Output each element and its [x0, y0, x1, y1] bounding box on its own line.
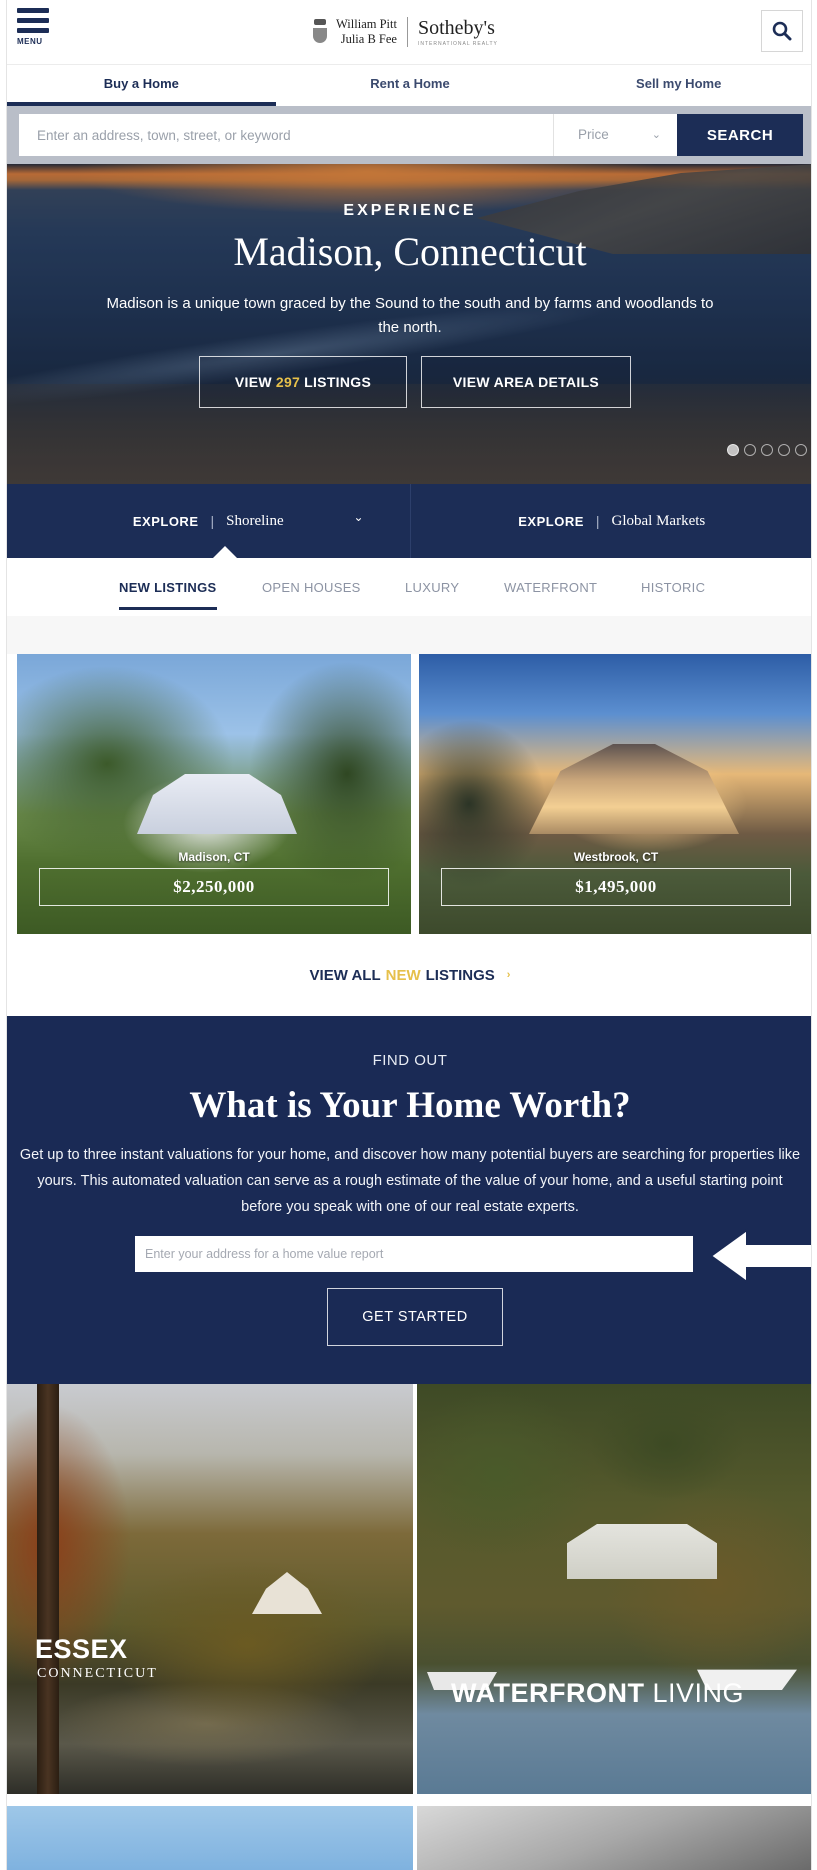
explore-separator: |: [210, 513, 215, 529]
price-select[interactable]: Price ⌄: [553, 114, 677, 156]
logo-divider: [406, 17, 408, 47]
section-spacer: [7, 616, 811, 654]
view-listings-button[interactable]: VIEW 297 LISTINGS: [199, 356, 407, 408]
waterfront-house-image: [567, 1524, 717, 1579]
listing-card[interactable]: Madison, CT $2,250,000: [17, 654, 411, 934]
listing-house-image: [137, 774, 297, 834]
listing-city: Madison, CT: [178, 850, 250, 864]
crest-icon: [312, 17, 328, 47]
tree-image: [37, 1384, 59, 1794]
chevron-down-icon: ⌄: [651, 129, 661, 141]
hero-description: Madison is a unique town graced by the S…: [106, 295, 714, 336]
feature-tile-essex[interactable]: ESSEX CONNECTICUT: [7, 1384, 413, 1794]
home-worth-title: What is Your Home Worth?: [189, 1085, 631, 1126]
get-started-button[interactable]: GET STARTED: [327, 1288, 503, 1346]
page: MENU William Pitt Julia B Fee Sotheby's …: [6, 0, 812, 1870]
listing-house-image: [529, 744, 739, 834]
tab-open-houses[interactable]: OPEN HOUSES: [262, 580, 361, 595]
explore-label: EXPLORE: [132, 513, 199, 529]
tab-waterfront[interactable]: WATERFRONT: [504, 580, 597, 595]
feature-tile[interactable]: [417, 1806, 811, 1870]
view-listings-suffix: LISTINGS: [304, 374, 372, 390]
hero-title: Madison, Connecticut: [233, 229, 587, 274]
arrow-left-icon: [709, 1228, 811, 1284]
view-all-suffix: LISTINGS: [425, 966, 495, 984]
tab-historic[interactable]: HISTORIC: [641, 580, 705, 595]
home-worth-section: FIND OUT What is Your Home Worth? Get up…: [7, 1016, 811, 1384]
logo-brand: Sotheby's: [417, 16, 495, 39]
logo-names: William Pitt Julia B Fee: [336, 17, 397, 47]
explore-bar: EXPLORE | Shoreline ⌄ EXPLORE | Global M…: [7, 484, 812, 558]
home-worth-description: Get up to three instant valuations for y…: [19, 1147, 801, 1215]
feature-subtitle: CONNECTICUT: [37, 1666, 158, 1681]
menu-label: MENU: [17, 37, 43, 46]
carousel-dot[interactable]: [744, 444, 756, 456]
primary-tabs: Buy a Home Rent a Home Sell my Home: [7, 64, 811, 106]
listing-tabs: NEW LISTINGS OPEN HOUSES LUXURY WATERFRO…: [7, 558, 811, 616]
logo-name-1: William Pitt: [336, 17, 397, 31]
tab-buy-a-home[interactable]: Buy a Home: [7, 65, 276, 106]
home-address-input[interactable]: [135, 1236, 693, 1272]
site-header: MENU William Pitt Julia B Fee Sotheby's …: [7, 0, 811, 64]
search-input[interactable]: [19, 114, 553, 156]
listing-price: $2,250,000: [39, 868, 389, 906]
search-submit-button[interactable]: SEARCH: [677, 114, 803, 156]
price-select-label: Price: [578, 127, 609, 142]
logo-brand-sub: INTERNATIONAL REALTY: [417, 40, 498, 47]
hero-eyebrow: EXPERIENCE: [343, 202, 477, 219]
tab-sell-my-home[interactable]: Sell my Home: [544, 65, 811, 106]
feature-title: WATERFRONT LIVING: [451, 1678, 744, 1709]
menu-button[interactable]: MENU: [17, 8, 57, 54]
view-all-prefix: VIEW ALL: [309, 966, 381, 984]
carousel-dot[interactable]: [795, 444, 807, 456]
carousel-dots: [727, 444, 807, 456]
view-all-new-listings-link[interactable]: VIEW ALL NEW LISTINGS ›: [7, 934, 811, 1016]
search-icon: [772, 21, 792, 41]
carousel-dot[interactable]: [761, 444, 773, 456]
chevron-down-icon: ⌄: [353, 510, 364, 524]
search-bar: Price ⌄ SEARCH: [7, 106, 811, 164]
header-search-button[interactable]: [761, 10, 803, 52]
brand-logo[interactable]: William Pitt Julia B Fee Sotheby's INTER…: [312, 14, 498, 50]
explore-separator: |: [595, 513, 600, 529]
feature-title-bold: WATERFRONT: [451, 1678, 645, 1708]
logo-name-2: Julia B Fee: [340, 32, 397, 46]
listing-city: Westbrook, CT: [573, 850, 659, 864]
essex-house-image: [252, 1572, 322, 1614]
feature-title: ESSEX: [35, 1634, 128, 1664]
listings-count: 297: [275, 374, 301, 390]
explore-shoreline-dropdown[interactable]: EXPLORE | Shoreline ⌄: [7, 484, 410, 558]
feature-tile[interactable]: [7, 1806, 413, 1870]
hero-banner: EXPERIENCE Madison, Connecticut Madison …: [7, 164, 811, 484]
logo-brand-block: Sotheby's INTERNATIONAL REALTY: [418, 18, 498, 47]
carousel-dot[interactable]: [727, 444, 739, 456]
explore-value: Shoreline: [226, 512, 284, 529]
tile-gap: [7, 1794, 811, 1806]
feature-title-rest: LIVING: [652, 1678, 745, 1708]
tab-rent-a-home[interactable]: Rent a Home: [276, 65, 545, 106]
view-all-highlight: NEW: [385, 966, 421, 984]
hamburger-icon: [17, 8, 49, 13]
chevron-right-icon: ›: [506, 969, 511, 981]
explore-label: EXPLORE: [518, 513, 584, 529]
listing-price: $1,495,000: [441, 868, 791, 906]
explore-value: Global Markets: [611, 512, 706, 529]
view-area-details-button[interactable]: VIEW AREA DETAILS: [421, 356, 631, 408]
view-listings-prefix: VIEW: [234, 374, 272, 390]
explore-global-markets[interactable]: EXPLORE | Global Markets: [409, 484, 812, 558]
feature-tile-waterfront-living[interactable]: WATERFRONT LIVING: [417, 1384, 811, 1794]
hamburger-icon-bar: [17, 28, 49, 33]
listing-card[interactable]: Westbrook, CT $1,495,000: [419, 654, 811, 934]
tab-new-listings[interactable]: NEW LISTINGS: [119, 580, 217, 610]
carousel-dot[interactable]: [778, 444, 790, 456]
home-worth-eyebrow: FIND OUT: [372, 1052, 448, 1069]
hamburger-icon-bar: [17, 18, 49, 23]
tab-luxury[interactable]: LUXURY: [405, 580, 459, 595]
explore-pointer: [213, 546, 237, 558]
